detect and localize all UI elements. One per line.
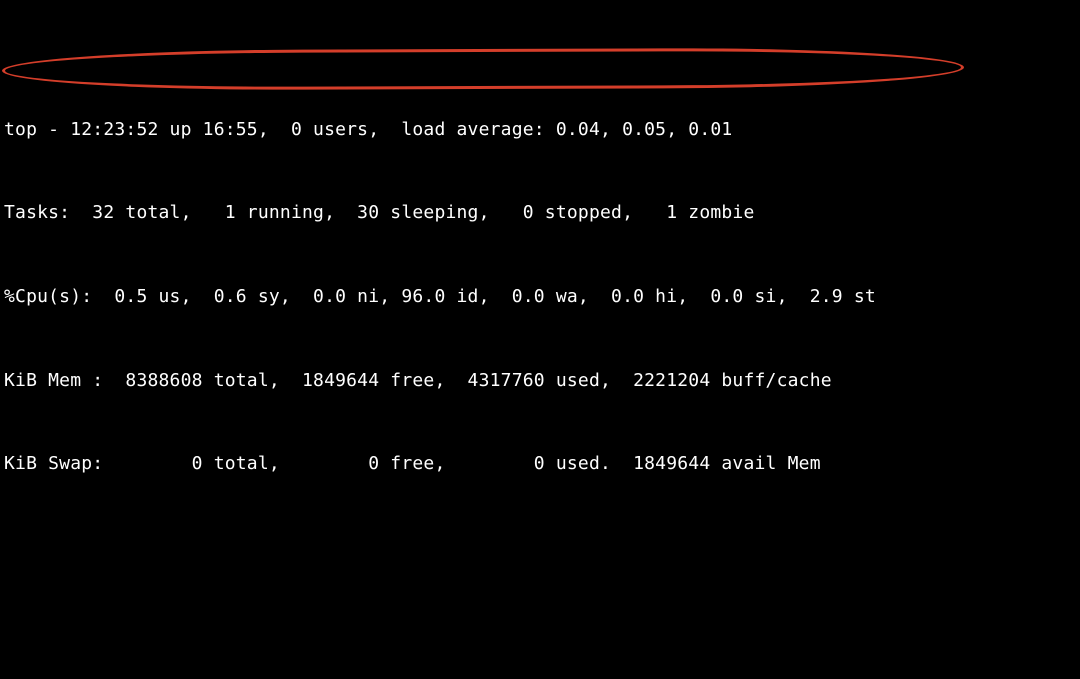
summary-block: top - 12:23:52 up 16:55, 0 users, load a… [4, 60, 1076, 534]
terminal-window: top - 12:23:52 up 16:55, 0 users, load a… [0, 0, 1080, 679]
summary-swap-line: KiB Swap: 0 total, 0 free, 0 used. 18496… [4, 450, 1076, 478]
summary-cpu-line: %Cpu(s): 0.5 us, 0.6 sy, 0.0 ni, 96.0 id… [4, 283, 1076, 311]
summary-mem-line: KiB Mem : 8388608 total, 1849644 free, 4… [4, 367, 1076, 395]
summary-tasks-line: Tasks: 32 total, 1 running, 30 sleeping,… [4, 199, 1076, 227]
summary-top-line: top - 12:23:52 up 16:55, 0 users, load a… [4, 116, 1076, 144]
